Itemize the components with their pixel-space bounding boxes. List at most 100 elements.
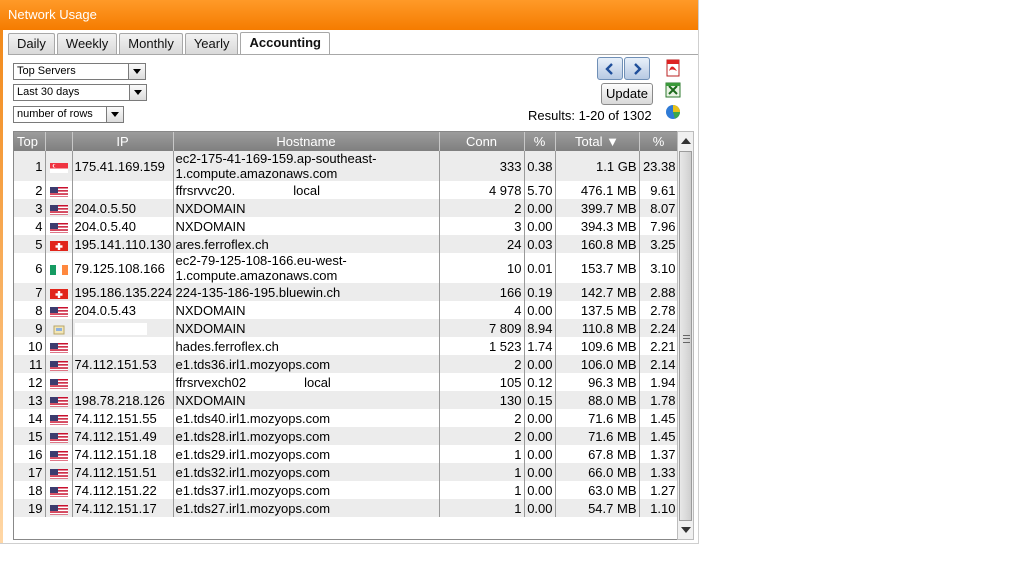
tab-accounting[interactable]: Accounting xyxy=(240,32,330,55)
flag-cell xyxy=(45,463,73,481)
table-row[interactable]: 7 195.186.135.224 224-135-186-195.bluewin.… xyxy=(14,283,677,301)
conn-cell: 166 xyxy=(439,283,525,301)
total-pct-cell: 2.21 xyxy=(639,337,677,355)
chevron-down-icon[interactable] xyxy=(128,64,145,79)
col-flag xyxy=(45,132,73,151)
total-pct-cell: 1.10 xyxy=(639,499,677,517)
ip-cell: 175.41.169.159 xyxy=(72,151,174,181)
total-pct-cell: 3.25 xyxy=(639,235,677,253)
hostname-cell: e1.tds37.irl1.mozyops.com xyxy=(173,481,440,499)
total-cell: 399.7 MB xyxy=(555,199,640,217)
total-cell: 476.1 MB xyxy=(555,181,640,199)
table-row[interactable]: 9 NXDOMAIN 7 809 8.94 110.8 MB 2.24 xyxy=(14,319,677,337)
table-row[interactable]: 4 204.0.5.40 NXDOMAIN 3 0.00 394.3 MB 7.96 xyxy=(14,217,677,235)
chevron-down-icon[interactable] xyxy=(129,85,146,100)
total-pct-cell: 9.61 xyxy=(639,181,677,199)
hostname-cell: 224-135-186-195.bluewin.ch xyxy=(173,283,440,301)
table-row[interactable]: 18 74.112.151.22 e1.tds37.irl1.mozyops.com… xyxy=(14,481,677,499)
col-total-pct[interactable]: % xyxy=(639,132,677,151)
tab-monthly[interactable]: Monthly xyxy=(119,33,183,54)
scroll-down-icon[interactable] xyxy=(681,527,691,533)
table-row[interactable]: 14 74.112.151.55 e1.tds40.irl1.mozyops.com… xyxy=(14,409,677,427)
table-row[interactable]: 12 ffrsrvexch02 local 105 0.12 96.3 MB 1.94 xyxy=(14,373,677,391)
col-ip[interactable]: IP xyxy=(72,132,174,151)
table-row[interactable]: 11 74.112.151.53 e1.tds36.irl1.mozyops.com… xyxy=(14,355,677,373)
table-header: Top IP Hostname Conn % Total ▼ % xyxy=(14,132,677,151)
hostname-cell: ffrsrvexch02 local xyxy=(173,373,440,391)
scroll-thumb[interactable] xyxy=(679,151,692,521)
ip-cell: 74.112.151.55 xyxy=(72,409,174,427)
local-network-icon xyxy=(50,324,68,335)
ip-cell: 204.0.5.50 xyxy=(72,199,174,217)
total-cell: 106.0 MB xyxy=(555,355,640,373)
col-total[interactable]: Total ▼ xyxy=(555,132,640,151)
rank-cell: 15 xyxy=(14,427,46,445)
period-select[interactable]: Last 30 days xyxy=(13,84,147,101)
total-cell: 1.1 GB xyxy=(555,151,640,181)
total-cell: 394.3 MB xyxy=(555,217,640,235)
tab-weekly[interactable]: Weekly xyxy=(56,33,118,54)
chevron-down-icon[interactable] xyxy=(106,107,123,122)
table-row[interactable]: 5 195.141.110.130 ares.ferroflex.ch 24 0.03 1… xyxy=(14,235,677,253)
hostname-cell: hades.ferroflex.ch xyxy=(173,337,440,355)
excel-export-icon[interactable] xyxy=(664,81,682,99)
results-count: Results: 1-20 of 1302 xyxy=(528,108,652,123)
rows-select-value: number of rows xyxy=(17,108,93,120)
rank-cell: 10 xyxy=(14,337,46,355)
tab-yearly[interactable]: Yearly xyxy=(184,33,239,54)
flag-cell xyxy=(45,151,73,181)
conn-cell: 333 xyxy=(439,151,525,181)
previous-page-button[interactable] xyxy=(597,57,623,80)
flag-sg-icon xyxy=(49,162,68,173)
flag-cell xyxy=(45,355,73,373)
period-select-value: Last 30 days xyxy=(17,86,80,98)
flag-us-icon xyxy=(49,450,68,461)
table-row[interactable]: 15 74.112.151.49 e1.tds28.irl1.mozyops.com… xyxy=(14,427,677,445)
rows-select[interactable]: number of rows xyxy=(13,106,124,123)
table-scrollbar[interactable] xyxy=(677,131,694,540)
chevron-right-icon xyxy=(634,62,642,75)
pie-chart-icon[interactable] xyxy=(664,103,682,121)
rank-cell: 1 xyxy=(14,151,46,181)
rank-cell: 2 xyxy=(14,181,46,199)
scroll-up-icon[interactable] xyxy=(681,138,691,144)
table-row[interactable]: 19 74.112.151.17 e1.tds27.irl1.mozyops.com… xyxy=(14,499,677,517)
table-row[interactable]: 16 74.112.151.18 e1.tds29.irl1.mozyops.com… xyxy=(14,445,677,463)
table-row[interactable]: 17 74.112.151.51 e1.tds32.irl1.mozyops.com… xyxy=(14,463,677,481)
tab-daily[interactable]: Daily xyxy=(8,33,55,54)
conn-pct-cell: 0.00 xyxy=(524,463,556,481)
table-row[interactable]: 2 ffrsrvvc20. local 4 978 5.70 476.1 MB 9.61 xyxy=(14,181,677,199)
col-conn[interactable]: Conn xyxy=(439,132,525,151)
flag-cell xyxy=(45,253,73,283)
table-row[interactable]: 13 198.78.218.126 NXDOMAIN 130 0.15 88.0 MB 1.… xyxy=(14,391,677,409)
total-cell: 54.7 MB xyxy=(555,499,640,517)
table-row[interactable]: 6 79.125.108.166 ec2-79-125-108-166.eu-wes… xyxy=(14,253,677,283)
col-conn-pct[interactable]: % xyxy=(524,132,556,151)
conn-cell: 105 xyxy=(439,373,525,391)
table-row[interactable]: 1 175.41.169.159 ec2-175-41-169-159.ap-sou… xyxy=(14,151,677,181)
table-row[interactable]: 8 204.0.5.43 NXDOMAIN 4 0.00 137.5 MB 2.78 xyxy=(14,301,677,319)
hostname-cell: NXDOMAIN xyxy=(173,391,440,409)
rank-cell: 8 xyxy=(14,301,46,319)
rank-cell: 3 xyxy=(14,199,46,217)
rank-cell: 13 xyxy=(14,391,46,409)
col-hostname[interactable]: Hostname xyxy=(173,132,440,151)
rank-cell: 4 xyxy=(14,217,46,235)
report-select[interactable]: Top Servers xyxy=(13,63,146,80)
hostname-cell: ec2-79-125-108-166.eu-west-1.compute.ama… xyxy=(173,253,440,283)
total-pct-cell: 8.07 xyxy=(639,199,677,217)
conn-cell: 10 xyxy=(439,253,525,283)
total-cell: 160.8 MB xyxy=(555,235,640,253)
update-button[interactable]: Update xyxy=(601,83,653,105)
pdf-export-icon[interactable] xyxy=(664,59,682,77)
conn-pct-cell: 0.00 xyxy=(524,301,556,319)
col-top[interactable]: Top xyxy=(14,132,46,151)
chevron-left-icon xyxy=(605,62,613,75)
next-page-button[interactable] xyxy=(624,57,650,80)
table-row[interactable]: 10 hades.ferroflex.ch 1 523 1.74 109.6 MB 2.2… xyxy=(14,337,677,355)
table-row[interactable]: 3 204.0.5.50 NXDOMAIN 2 0.00 399.7 MB 8.07 xyxy=(14,199,677,217)
conn-pct-cell: 0.15 xyxy=(524,391,556,409)
conn-cell: 1 xyxy=(439,499,525,517)
sort-desc-icon: ▼ xyxy=(606,134,619,149)
ip-cell: 74.112.151.49 xyxy=(72,427,174,445)
